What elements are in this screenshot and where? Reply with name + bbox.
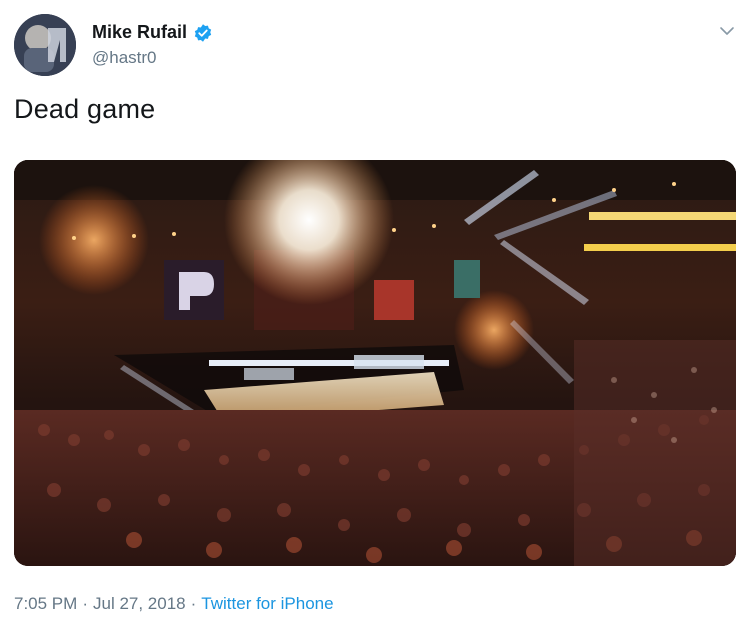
tweet-footer: 7:05 PM · Jul 27, 2018 · Twitter for iPhone: [14, 594, 334, 614]
tweet-card: Mike Rufail @hastr0 Dead game 7:05 PM · …: [0, 0, 750, 628]
footer-separator: ·: [190, 594, 197, 613]
avatar-image: [14, 14, 76, 76]
name-row: Mike Rufail: [92, 22, 213, 43]
tweet-date[interactable]: Jul 27, 2018: [93, 594, 186, 613]
arena-video-frame: [14, 160, 736, 566]
tweet-text: Dead game: [14, 94, 156, 124]
chevron-down-icon[interactable]: [718, 22, 736, 40]
tweet-source-link[interactable]: Twitter for iPhone: [201, 594, 333, 613]
avatar[interactable]: [14, 14, 76, 76]
user-handle[interactable]: @hastr0: [92, 48, 157, 68]
display-name[interactable]: Mike Rufail: [92, 22, 187, 43]
tweet-time[interactable]: 7:05 PM: [14, 594, 77, 613]
tweet-video-media[interactable]: [14, 160, 736, 566]
verified-badge-icon: [193, 23, 213, 43]
footer-separator: ·: [82, 594, 88, 613]
